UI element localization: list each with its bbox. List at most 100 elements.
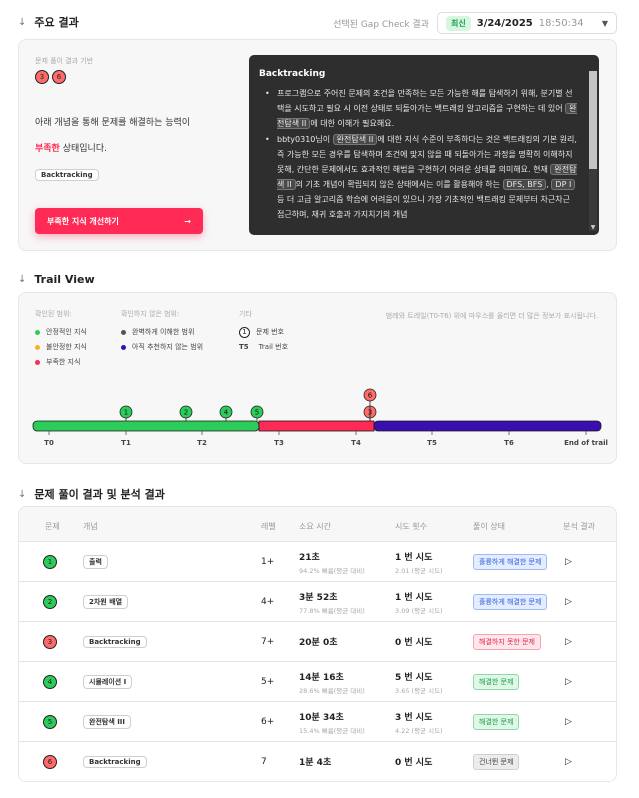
improve-button-label: 부족한 지식 개선하기 — [47, 216, 119, 226]
collapse-arrow-icon[interactable]: ↓ — [18, 274, 26, 285]
play-icon[interactable]: ▷ — [565, 717, 572, 727]
status-badge: 훌륭하게 해결한 문제 — [473, 554, 548, 570]
trail-tick-label[interactable]: T1 — [121, 439, 131, 447]
gap-check-date: 3/24/2025 — [476, 17, 533, 29]
results-title: 문제 풀이 결과 및 분석 결과 — [34, 488, 165, 501]
time-compare: 77.8% 빠름(평균 대비) — [299, 606, 365, 615]
status-badge: 건너뛴 문제 — [473, 754, 520, 770]
table-row[interactable]: 4 시뮬레이션 I 5+ 14분 16초 28.6% 빠름(평균 대비) 5 번 시도 3.… — [19, 661, 616, 701]
trail-card: 확인된 범위: 안정적인 지식 불안정한 지식 부족한 지식 확인하지 않은 범… — [18, 292, 617, 464]
table-row[interactable]: 6 Backtracking 7 1분 4초 0 번 시도 건너뛴 문제 ▷ — [19, 741, 616, 781]
level-value: 7 — [261, 757, 267, 767]
play-icon[interactable]: ▷ — [565, 677, 572, 687]
gap-check-dropdown[interactable]: 최신 3/24/2025 18:50:34 ▼ — [437, 12, 617, 34]
trail-tick-label[interactable]: T3 — [274, 439, 284, 447]
play-icon[interactable]: ▷ — [565, 557, 572, 567]
trail-title: Trail View — [34, 273, 95, 286]
concept-tag[interactable]: Backtracking — [83, 756, 147, 768]
basis-problems: 3 6 — [35, 70, 66, 84]
problem-number-badge: 3 — [43, 635, 57, 649]
trail-tick-label[interactable]: T5 — [427, 439, 437, 447]
level-value: 1+ — [261, 557, 275, 567]
arrow-right-icon: → — [184, 216, 191, 226]
trail-segment-not-recommended — [373, 420, 602, 432]
tooltip-scrollbar-thumb[interactable] — [589, 71, 597, 169]
table-row[interactable]: 5 완전탐색 III 6+ 10분 34초 15.4% 빠름(평균 대비) 3 번 시도 4… — [19, 701, 616, 741]
trail-segment-weak — [258, 420, 375, 432]
concept-tag[interactable]: 시뮬레이션 I — [83, 675, 133, 689]
level-value: 7+ — [261, 637, 275, 647]
ability-text: 아래 개념을 통해 문제를 해결하는 능력이 — [35, 118, 191, 128]
time-compare: 15.4% 빠름(평균 대비) — [299, 726, 365, 735]
time-value: 14분 16초 — [299, 672, 344, 683]
play-icon[interactable]: ▷ — [565, 597, 572, 607]
play-icon[interactable]: ▷ — [565, 637, 572, 647]
trail-tick-label[interactable]: End of trail — [564, 439, 608, 447]
improve-knowledge-button[interactable]: 부족한 지식 개선하기 → — [35, 208, 203, 234]
time-value: 21초 — [299, 552, 320, 563]
trail-header[interactable]: ↓ Trail View — [18, 273, 95, 286]
tries-value: 0 번 시도 — [395, 757, 433, 768]
table-row[interactable]: 1 출력 1+ 21초 94.2% 빠름(평균 대비) 1 번 시도 2.01 (평균 시도… — [19, 541, 616, 581]
level-value: 6+ — [261, 717, 275, 727]
problem-number-badge: 6 — [43, 755, 57, 769]
trail-tick-label[interactable]: T0 — [44, 439, 54, 447]
time-compare: 94.2% 빠름(평균 대비) — [299, 566, 365, 575]
trail-marker-label: 1 — [124, 409, 128, 417]
concept-tag[interactable]: 출력 — [83, 555, 108, 569]
problem-number-badge: 4 — [43, 675, 57, 689]
summary-header[interactable]: ↓ 주요 결과 — [18, 14, 79, 30]
play-icon[interactable]: ▷ — [565, 757, 572, 767]
table-header: 레벨 — [261, 522, 276, 531]
tooltip-title: Backtracking — [259, 69, 326, 79]
time-value: 20분 0초 — [299, 637, 338, 648]
trail-tick-label[interactable]: T4 — [351, 439, 361, 447]
results-table: 문제 개념 레벨 소요 시간 시도 횟수 풀이 상태 분석 결과 1 출력 1+ 21… — [18, 506, 617, 782]
status-badge: 훌륭하게 해결한 문제 — [473, 594, 548, 610]
tries-value: 1 번 시도 — [395, 592, 433, 603]
results-header[interactable]: ↓ 문제 풀이 결과 및 분석 결과 — [18, 486, 165, 502]
table-header: 개념 — [83, 522, 98, 531]
table-header: 시도 횟수 — [395, 522, 427, 531]
concept-tag[interactable]: Backtracking — [83, 636, 147, 648]
status-badge: 해결하지 못한 문제 — [473, 634, 541, 650]
table-row[interactable]: 3 Backtracking 7+ 20분 0초 0 번 시도 해결하지 못한 문제 ▷ — [19, 621, 616, 661]
trail-marker-label: 4 — [224, 409, 229, 417]
time-value: 3분 52초 — [299, 592, 338, 603]
time-compare: 28.6% 빠름(평균 대비) — [299, 686, 365, 695]
problem-number-badge[interactable]: 3 — [35, 70, 49, 84]
trail-tick-label[interactable]: T6 — [504, 439, 514, 447]
concept-tag[interactable]: Backtracking — [35, 169, 99, 181]
collapse-arrow-icon[interactable]: ↓ — [18, 17, 26, 28]
problem-number-badge: 1 — [43, 555, 57, 569]
summary-card: 문제 풀이 결과 기반 3 6 아래 개념을 통해 문제를 해결하는 능력이 부… — [18, 39, 617, 251]
table-row[interactable]: 2 2차원 배열 4+ 3분 52초 77.8% 빠름(평균 대비) 1 번 시도 3.09… — [19, 581, 616, 621]
state-text: 부족한 상태입니다. — [35, 141, 107, 154]
table-header: 풀이 상태 — [473, 522, 505, 531]
concept-tag[interactable]: 2차원 배열 — [83, 595, 129, 609]
basis-label: 문제 풀이 결과 기반 — [35, 57, 94, 65]
state-rest: 상태입니다. — [59, 144, 107, 154]
problem-number-badge[interactable]: 6 — [52, 70, 66, 84]
trail-tick-label[interactable]: T2 — [197, 439, 207, 447]
table-header: 소요 시간 — [299, 522, 331, 531]
collapse-arrow-icon[interactable]: ↓ — [18, 489, 26, 500]
scroll-down-icon[interactable]: ▼ — [589, 224, 597, 231]
trail-timeline[interactable]: T0T1T2T3T4T5T6End of trail 124536 — [19, 293, 616, 465]
tries-value: 0 번 시도 — [395, 637, 433, 648]
problem-number-badge: 2 — [43, 595, 57, 609]
tooltip-paragraph: bbty0310님이 완전탐색 II에 대한 지식 수준이 부족하다는 것은 백… — [259, 132, 583, 222]
time-value: 1분 4초 — [299, 757, 332, 768]
level-value: 4+ — [261, 597, 275, 607]
latest-badge: 최신 — [446, 15, 471, 31]
chevron-down-icon: ▼ — [601, 18, 608, 28]
level-value: 5+ — [261, 677, 275, 687]
status-badge: 해결한 문제 — [473, 714, 520, 730]
state-emphasis: 부족한 — [35, 144, 60, 154]
tooltip-paragraph: 프로그램으로 주어진 문제의 조건을 만족하는 모든 가능한 해를 탐색하기 위… — [259, 86, 583, 131]
concept-tag[interactable]: 완전탐색 III — [83, 715, 132, 729]
trail-segment-stable — [32, 420, 260, 432]
table-header: 문제 — [45, 522, 60, 531]
status-badge: 해결한 문제 — [473, 674, 520, 690]
concept-tooltip: Backtracking 프로그램으로 주어진 문제의 조건을 만족하는 모든 … — [249, 55, 599, 235]
